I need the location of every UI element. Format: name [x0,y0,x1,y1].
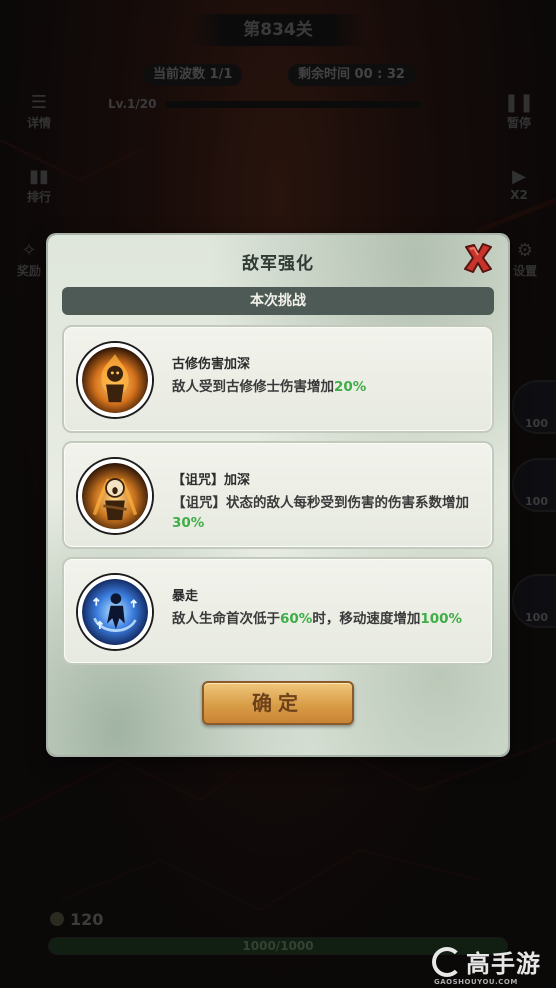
section-header: 本次挑战 [62,287,494,315]
site-watermark: 高手游 GAOSHOUYOU.COM [432,944,541,986]
frenzy-figure-icon [78,575,152,649]
close-icon[interactable] [462,241,494,275]
buff-title: 古修伤害加深 [172,357,251,372]
buff-card: 古修伤害加深 敌人受到古修修士伤害增加20% [62,325,494,433]
buff-card: 暴走 敌人生命首次低于60%时，移动速度增加100% [62,557,494,665]
buff-title: 暴走 [172,589,199,604]
buff-description: 【诅咒】状态的敌人每秒受到伤害的伤害系数增加30% [172,495,469,531]
buff-description: 敌人生命首次低于60%时，移动速度增加100% [172,611,463,627]
burning-figure-icon [78,343,152,417]
g-logo-icon [432,946,462,977]
cursed-figure-icon [78,459,152,533]
buff-title: 【诅咒】加深 [172,473,251,488]
buff-description: 敌人受到古修修士伤害增加20% [172,379,367,395]
enemy-buff-dialog: 敌军强化 本次挑战 古修伤害加深 敌人受到古修修士伤害增加20% 【诅咒】加深 … [48,235,508,755]
confirm-button[interactable]: 确定 [202,681,354,725]
dialog-title: 敌军强化 [242,254,314,274]
buff-card: 【诅咒】加深 【诅咒】状态的敌人每秒受到伤害的伤害系数增加30% [62,441,494,549]
